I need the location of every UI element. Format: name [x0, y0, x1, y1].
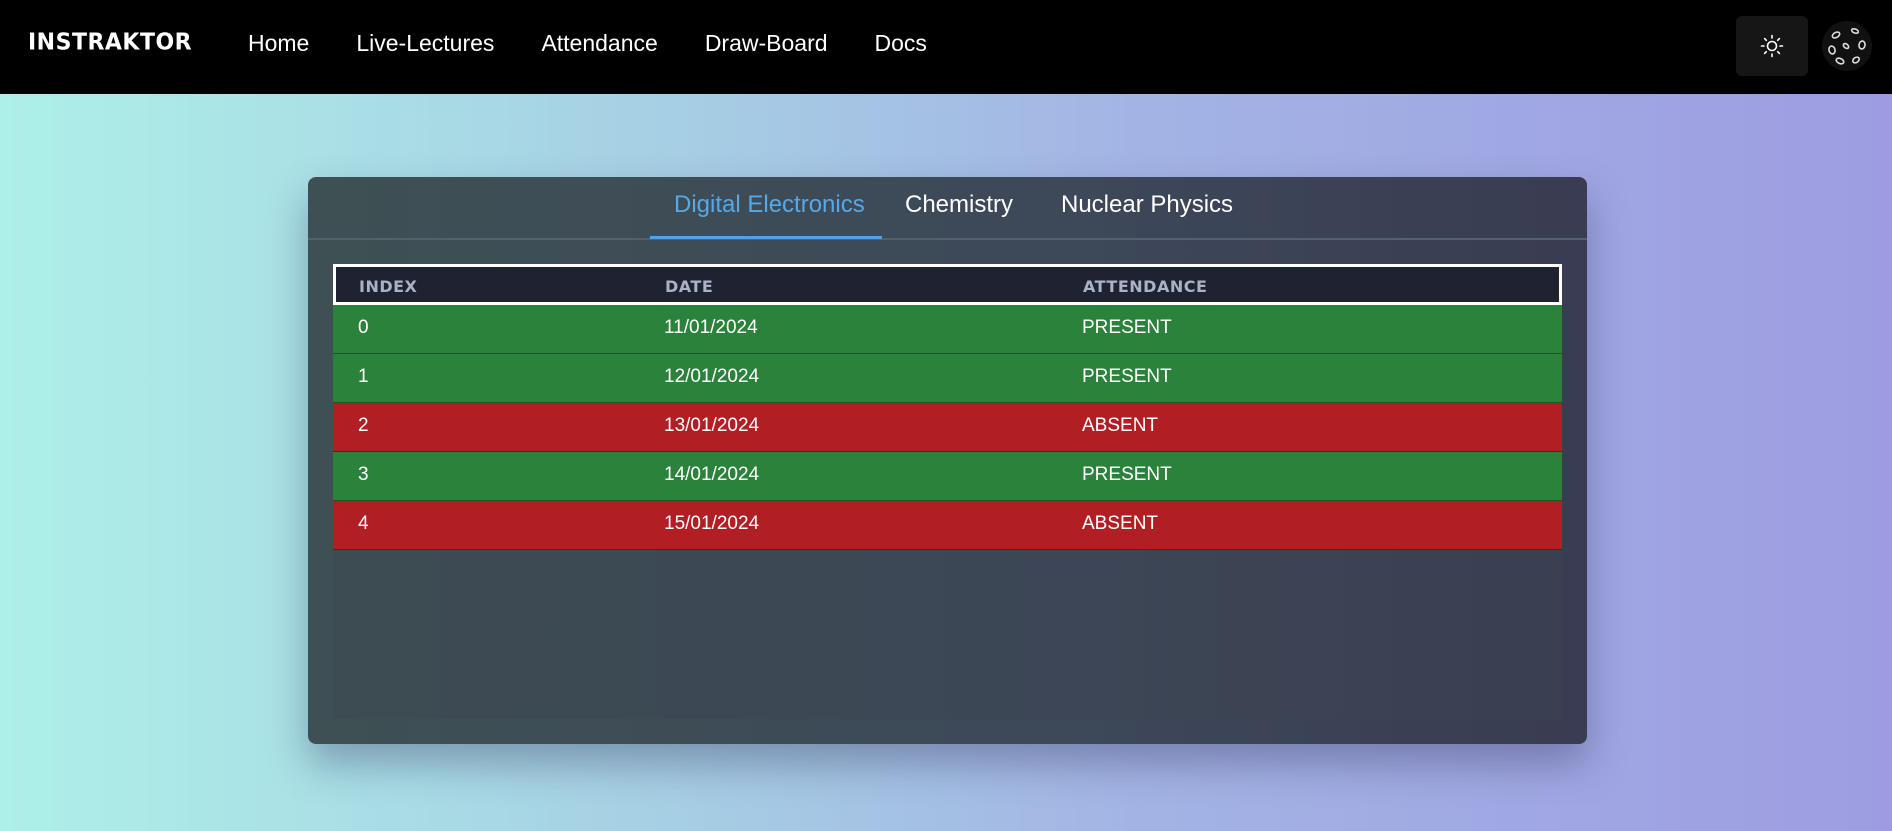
user-avatar[interactable] — [1822, 21, 1872, 71]
table-header: INDEX DATE ATTENDANCE — [333, 264, 1562, 305]
table-row: 3 14/01/2024 PRESENT — [333, 452, 1562, 501]
table-row: 1 12/01/2024 PRESENT — [333, 354, 1562, 403]
column-header-index: INDEX — [359, 277, 418, 296]
table-row: 0 11/01/2024 PRESENT — [333, 305, 1562, 354]
attendance-card: Digital Electronics Chemistry Nuclear Ph… — [308, 177, 1587, 744]
table-row: 2 13/01/2024 ABSENT — [333, 403, 1562, 452]
nav-link-docs[interactable]: Docs — [875, 30, 927, 57]
cell-index: 1 — [358, 366, 369, 387]
cell-date: 14/01/2024 — [664, 464, 760, 485]
cell-attendance: PRESENT — [1082, 366, 1172, 387]
nav-link-draw-board[interactable]: Draw-Board — [705, 30, 828, 57]
cell-date: 15/01/2024 — [664, 513, 760, 534]
sun-icon — [1760, 34, 1784, 58]
top-navbar: INSTRAKTOR Home Live-Lectures Attendance… — [0, 0, 1892, 94]
column-header-attendance: ATTENDANCE — [1083, 277, 1208, 296]
cell-attendance: ABSENT — [1082, 415, 1159, 436]
theme-toggle-button[interactable] — [1736, 16, 1808, 76]
table-row: 4 15/01/2024 ABSENT — [333, 501, 1562, 550]
nav-link-attendance[interactable]: Attendance — [541, 30, 657, 57]
cell-attendance: ABSENT — [1082, 513, 1159, 534]
cell-date: 13/01/2024 — [664, 415, 760, 436]
column-header-date: DATE — [665, 277, 714, 296]
tab-chemistry[interactable]: Chemistry — [905, 191, 1013, 240]
cell-index: 2 — [358, 415, 369, 436]
nav-links: Home Live-Lectures Attendance Draw-Board… — [248, 30, 974, 57]
attendance-table: INDEX DATE ATTENDANCE 0 11/01/2024 PRESE… — [333, 264, 1562, 719]
tab-nuclear-physics[interactable]: Nuclear Physics — [1061, 191, 1233, 240]
cell-index: 3 — [358, 464, 369, 485]
nav-link-home[interactable]: Home — [248, 30, 309, 57]
subject-tabs: Digital Electronics Chemistry Nuclear Ph… — [308, 177, 1587, 240]
cell-attendance: PRESENT — [1082, 317, 1172, 338]
cell-index: 4 — [358, 513, 369, 534]
tab-digital-electronics[interactable]: Digital Electronics — [674, 191, 865, 240]
cell-date: 11/01/2024 — [664, 317, 758, 338]
active-tab-indicator — [650, 236, 882, 239]
brand-logo[interactable]: INSTRAKTOR — [28, 29, 192, 55]
cell-attendance: PRESENT — [1082, 464, 1172, 485]
cell-date: 12/01/2024 — [664, 366, 760, 387]
avatar-icon — [1822, 21, 1872, 71]
cell-index: 0 — [358, 317, 369, 338]
nav-link-live-lectures[interactable]: Live-Lectures — [356, 30, 494, 57]
